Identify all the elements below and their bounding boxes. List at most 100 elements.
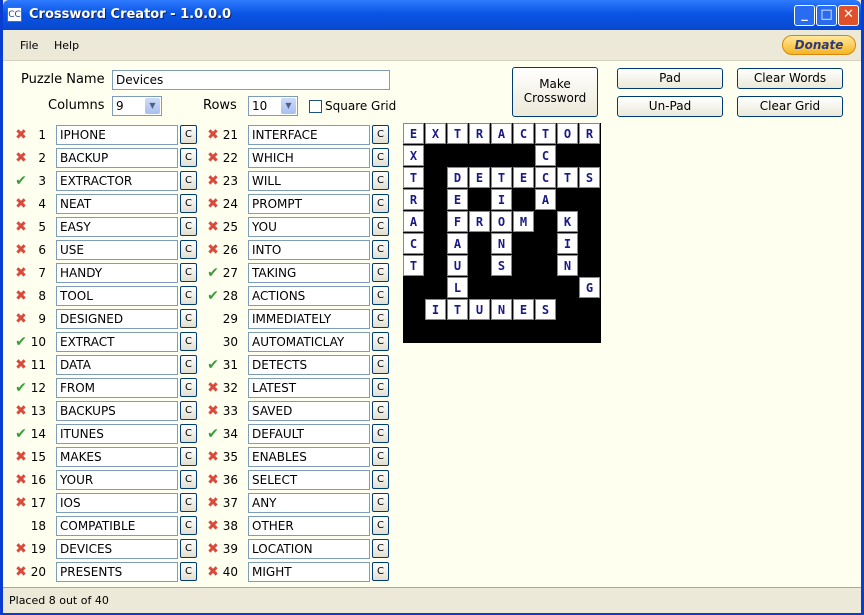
word-input[interactable]: COMPATIBLE xyxy=(56,516,178,536)
word-input[interactable]: DESIGNED xyxy=(56,309,178,329)
word-input[interactable]: WHICH xyxy=(248,148,370,168)
word-input[interactable]: PRESENTS xyxy=(56,562,178,582)
word-input[interactable]: IPHONE xyxy=(56,125,178,145)
clear-word-button[interactable]: C xyxy=(372,516,389,535)
word-input[interactable]: OTHER xyxy=(248,516,370,536)
clear-word-button[interactable]: C xyxy=(180,447,197,466)
clear-word-button[interactable]: C xyxy=(180,171,197,190)
word-input[interactable]: FROM xyxy=(56,378,178,398)
minimize-button[interactable]: _ xyxy=(794,5,815,26)
clear-word-button[interactable]: C xyxy=(180,424,197,443)
clear-words-button[interactable]: Clear Words xyxy=(737,68,843,89)
word-input[interactable]: YOU xyxy=(248,217,370,237)
clear-word-button[interactable]: C xyxy=(180,355,197,374)
chevron-down-icon[interactable]: ▼ xyxy=(281,98,296,114)
chevron-down-icon[interactable]: ▼ xyxy=(145,98,160,114)
clear-word-button[interactable]: C xyxy=(180,309,197,328)
clear-word-button[interactable]: C xyxy=(372,309,389,328)
word-input[interactable]: EASY xyxy=(56,217,178,237)
word-input[interactable]: ITUNES xyxy=(56,424,178,444)
word-input[interactable]: YOUR xyxy=(56,470,178,490)
word-input[interactable]: DETECTS xyxy=(248,355,370,375)
clear-word-button[interactable]: C xyxy=(180,194,197,213)
word-input[interactable]: INTERFACE xyxy=(248,125,370,145)
clear-word-button[interactable]: C xyxy=(180,263,197,282)
grid-cell-black xyxy=(535,233,556,254)
clear-word-button[interactable]: C xyxy=(180,148,197,167)
clear-word-button[interactable]: C xyxy=(372,148,389,167)
word-input[interactable]: HANDY xyxy=(56,263,178,283)
puzzle-name-input[interactable]: Devices xyxy=(112,70,390,90)
clear-word-button[interactable]: C xyxy=(180,516,197,535)
clear-grid-button[interactable]: Clear Grid xyxy=(737,96,843,117)
clear-word-button[interactable]: C xyxy=(372,171,389,190)
clear-word-button[interactable]: C xyxy=(180,401,197,420)
clear-word-button[interactable]: C xyxy=(180,286,197,305)
word-input[interactable]: DEFAULT xyxy=(248,424,370,444)
clear-word-button[interactable]: C xyxy=(180,539,197,558)
word-input[interactable]: DEVICES xyxy=(56,539,178,559)
clear-word-button[interactable]: C xyxy=(372,217,389,236)
word-input[interactable]: AUTOMATICLAY xyxy=(248,332,370,352)
word-input[interactable]: LATEST xyxy=(248,378,370,398)
word-input[interactable]: USE xyxy=(56,240,178,260)
clear-word-button[interactable]: C xyxy=(180,493,197,512)
menu-file[interactable]: File xyxy=(20,39,38,52)
clear-word-button[interactable]: C xyxy=(372,332,389,351)
clear-word-button[interactable]: C xyxy=(180,217,197,236)
word-input[interactable]: SELECT xyxy=(248,470,370,490)
clear-word-button[interactable]: C xyxy=(372,378,389,397)
word-input[interactable]: NEAT xyxy=(56,194,178,214)
word-input[interactable]: ANY xyxy=(248,493,370,513)
word-input[interactable]: SAVED xyxy=(248,401,370,421)
clear-word-button[interactable]: C xyxy=(372,424,389,443)
word-input[interactable]: WILL xyxy=(248,171,370,191)
word-input[interactable]: TAKING xyxy=(248,263,370,283)
pad-button[interactable]: Pad xyxy=(617,68,723,89)
clear-word-button[interactable]: C xyxy=(372,447,389,466)
clear-word-button[interactable]: C xyxy=(372,401,389,420)
word-input[interactable]: LOCATION xyxy=(248,539,370,559)
clear-word-button[interactable]: C xyxy=(372,562,389,581)
close-button[interactable]: ✕ xyxy=(838,5,859,26)
word-input[interactable]: ACTIONS xyxy=(248,286,370,306)
word-input[interactable]: IMMEDIATELY xyxy=(248,309,370,329)
clear-word-button[interactable]: C xyxy=(372,355,389,374)
grid-cell-black xyxy=(557,145,578,166)
clear-word-button[interactable]: C xyxy=(372,286,389,305)
menu-help[interactable]: Help xyxy=(54,39,79,52)
clear-word-button[interactable]: C xyxy=(180,470,197,489)
rows-select[interactable]: 10 ▼ xyxy=(248,96,298,116)
clear-word-button[interactable]: C xyxy=(180,562,197,581)
word-input[interactable]: DATA xyxy=(56,355,178,375)
word-input[interactable]: MIGHT xyxy=(248,562,370,582)
square-grid-checkbox[interactable] xyxy=(309,100,322,113)
unpad-button[interactable]: Un-Pad xyxy=(617,96,723,117)
clear-word-button[interactable]: C xyxy=(372,240,389,259)
clear-word-button[interactable]: C xyxy=(372,493,389,512)
donate-button[interactable]: Donate xyxy=(782,35,856,55)
word-input[interactable]: EXTRACTOR xyxy=(56,171,178,191)
clear-word-button[interactable]: C xyxy=(372,263,389,282)
clear-word-button[interactable]: C xyxy=(180,240,197,259)
word-input[interactable]: TOOL xyxy=(56,286,178,306)
clear-word-button[interactable]: C xyxy=(372,194,389,213)
word-input[interactable]: PROMPT xyxy=(248,194,370,214)
word-input[interactable]: EXTRACT xyxy=(56,332,178,352)
clear-word-button[interactable]: C xyxy=(372,539,389,558)
columns-select[interactable]: 9 ▼ xyxy=(112,96,162,116)
maximize-button[interactable]: □ xyxy=(816,5,837,26)
word-input[interactable]: BACKUPS xyxy=(56,401,178,421)
clear-word-button[interactable]: C xyxy=(180,332,197,351)
word-input[interactable]: ENABLES xyxy=(248,447,370,467)
title-bar[interactable]: CC Crossword Creator - 1.0.0.0 _ □ ✕ xyxy=(3,0,861,30)
word-input[interactable]: BACKUP xyxy=(56,148,178,168)
word-input[interactable]: INTO xyxy=(248,240,370,260)
clear-word-button[interactable]: C xyxy=(372,470,389,489)
word-input[interactable]: IOS xyxy=(56,493,178,513)
clear-word-button[interactable]: C xyxy=(372,125,389,144)
clear-word-button[interactable]: C xyxy=(180,378,197,397)
make-crossword-button[interactable]: Make Crossword xyxy=(512,67,598,117)
clear-word-button[interactable]: C xyxy=(180,125,197,144)
word-input[interactable]: MAKES xyxy=(56,447,178,467)
